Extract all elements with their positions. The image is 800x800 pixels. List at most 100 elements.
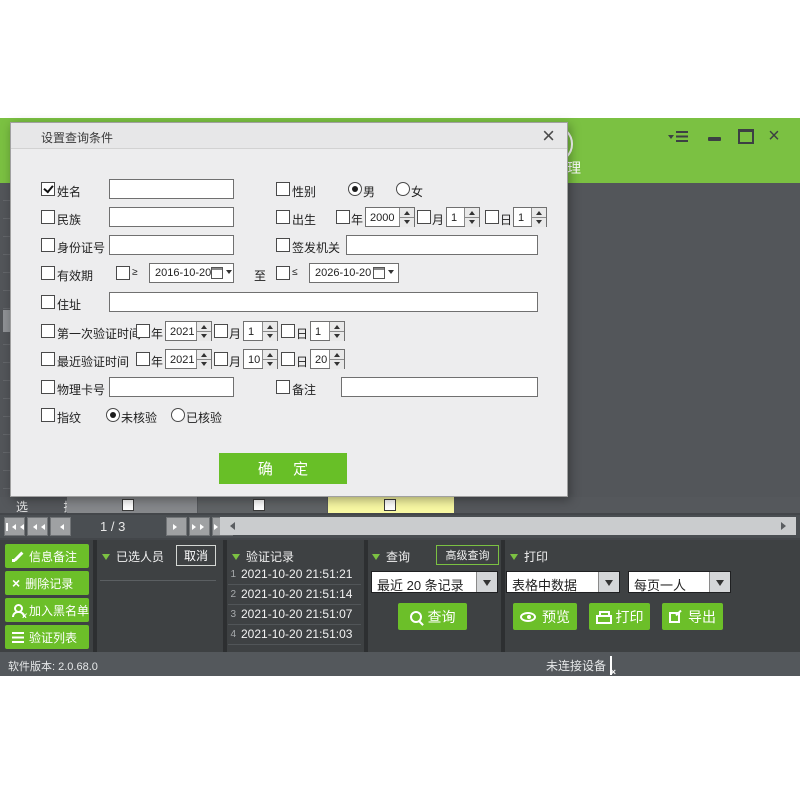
print-button[interactable]: 打印 xyxy=(589,603,650,630)
address-checkbox[interactable] xyxy=(41,295,55,309)
spin-down-icon[interactable] xyxy=(532,217,546,227)
last-verify-checkbox[interactable] xyxy=(41,352,55,366)
last-verify-month-checkbox[interactable] xyxy=(214,352,228,366)
gender-male-radio[interactable] xyxy=(348,182,362,196)
table-column-highlighted[interactable] xyxy=(328,497,454,513)
last-verify-month-spinner[interactable]: 10 xyxy=(243,349,278,369)
advanced-query-button[interactable]: 高级查询 xyxy=(436,545,499,565)
fingerprint-unverified-radio[interactable] xyxy=(106,408,120,422)
last-verify-year-checkbox[interactable] xyxy=(136,352,150,366)
column-select-checkbox[interactable] xyxy=(122,499,134,511)
last-verify-day-checkbox[interactable] xyxy=(281,352,295,366)
id-number-input[interactable] xyxy=(109,235,234,255)
column-select-checkbox[interactable] xyxy=(384,499,396,511)
first-page-button[interactable] xyxy=(4,517,25,536)
spin-up-icon[interactable] xyxy=(197,322,211,331)
cancel-selection-button[interactable]: 取消 xyxy=(176,545,216,566)
table-column[interactable] xyxy=(198,497,327,513)
card-no-checkbox[interactable] xyxy=(41,380,55,394)
column-select-checkbox[interactable] xyxy=(253,499,265,511)
issuer-input[interactable] xyxy=(346,235,538,255)
validity-ge-checkbox[interactable] xyxy=(116,266,130,280)
remark-input[interactable] xyxy=(341,377,538,397)
ethnicity-filter-checkbox[interactable] xyxy=(41,210,55,224)
table-column[interactable] xyxy=(67,497,197,513)
scroll-right-icon[interactable] xyxy=(781,522,790,530)
first-verify-year-spinner[interactable]: 2021 xyxy=(165,321,212,341)
info-remark-button[interactable]: 信息备注 xyxy=(5,544,89,568)
verify-record-item[interactable]: 2 2021-10-20 21:51:14 xyxy=(228,584,361,605)
verify-record-item[interactable]: 3 2021-10-20 21:51:07 xyxy=(228,604,361,625)
record-range-dropdown[interactable]: 最近 20 条记录 xyxy=(371,571,498,593)
spinner-buttons[interactable] xyxy=(531,208,546,226)
preview-button[interactable]: 预览 xyxy=(513,603,577,630)
spinner-buttons[interactable] xyxy=(262,350,277,368)
validity-le-checkbox[interactable] xyxy=(276,266,290,280)
spin-up-icon[interactable] xyxy=(532,208,546,217)
birth-filter-checkbox[interactable] xyxy=(276,210,290,224)
spinner-buttons[interactable] xyxy=(196,322,211,340)
spin-down-icon[interactable] xyxy=(400,217,414,227)
card-no-input[interactable] xyxy=(109,377,234,397)
address-input[interactable] xyxy=(109,292,538,312)
birth-year-spinner[interactable]: 2000 xyxy=(365,207,415,227)
first-verify-day-checkbox[interactable] xyxy=(281,324,295,338)
gender-female-radio[interactable] xyxy=(396,182,410,196)
confirm-button[interactable]: 确 定 xyxy=(219,453,347,484)
first-verify-day-spinner[interactable]: 1 xyxy=(310,321,345,341)
add-blacklist-button[interactable]: x 加入黑名单 xyxy=(5,598,89,622)
name-filter-checkbox[interactable] xyxy=(41,182,55,196)
close-window-button[interactable]: × xyxy=(764,128,784,144)
birth-day-spinner[interactable]: 1 xyxy=(513,207,547,227)
verify-list-button[interactable]: 验证列表 xyxy=(5,625,89,649)
horizontal-scrollbar[interactable] xyxy=(220,517,796,535)
verify-record-item[interactable]: 4 2021-10-20 21:51:03 xyxy=(228,624,361,645)
spin-down-icon[interactable] xyxy=(330,359,344,369)
delete-record-button[interactable]: × 删除记录 xyxy=(5,571,89,595)
first-verify-year-checkbox[interactable] xyxy=(136,324,150,338)
spin-down-icon[interactable] xyxy=(330,331,344,341)
maximize-button[interactable] xyxy=(736,128,756,144)
validity-from-datepicker[interactable]: 2016-10-20 xyxy=(149,263,234,283)
dialog-titlebar[interactable]: 设置查询条件 × xyxy=(11,123,567,149)
last-verify-day-spinner[interactable]: 20 xyxy=(310,349,345,369)
birth-year-checkbox[interactable] xyxy=(336,210,350,224)
minimize-button[interactable] xyxy=(704,128,724,144)
dropdown-button[interactable] xyxy=(476,572,497,592)
first-verify-month-checkbox[interactable] xyxy=(214,324,228,338)
first-verify-month-spinner[interactable]: 1 xyxy=(243,321,278,341)
spin-up-icon[interactable] xyxy=(330,322,344,331)
spinner-buttons[interactable] xyxy=(196,350,211,368)
birth-month-checkbox[interactable] xyxy=(417,210,431,224)
birth-month-spinner[interactable]: 1 xyxy=(446,207,480,227)
spin-up-icon[interactable] xyxy=(400,208,414,217)
spin-down-icon[interactable] xyxy=(197,359,211,369)
remark-checkbox[interactable] xyxy=(276,380,290,394)
validity-to-datepicker[interactable]: 2026-10-20 xyxy=(309,263,399,283)
gender-filter-checkbox[interactable] xyxy=(276,182,290,196)
spinner-buttons[interactable] xyxy=(399,208,414,226)
id-number-checkbox[interactable] xyxy=(41,238,55,252)
spin-down-icon[interactable] xyxy=(263,359,277,369)
spinner-buttons[interactable] xyxy=(329,322,344,340)
name-input[interactable] xyxy=(109,179,234,199)
spin-down-icon[interactable] xyxy=(197,331,211,341)
per-page-dropdown[interactable]: 每页一人 xyxy=(628,571,731,593)
window-menu-button[interactable] xyxy=(668,128,688,144)
export-button[interactable]: 导出 xyxy=(662,603,723,630)
print-source-dropdown[interactable]: 表格中数据 xyxy=(506,571,620,593)
last-verify-year-spinner[interactable]: 2021 xyxy=(165,349,212,369)
ethnicity-input[interactable] xyxy=(109,207,234,227)
spinner-buttons[interactable] xyxy=(262,322,277,340)
spinner-buttons[interactable] xyxy=(464,208,479,226)
spin-up-icon[interactable] xyxy=(263,322,277,331)
issuer-checkbox[interactable] xyxy=(276,238,290,252)
query-button[interactable]: 查询 xyxy=(398,603,467,630)
next-fast-button[interactable] xyxy=(189,517,210,536)
first-verify-checkbox[interactable] xyxy=(41,324,55,338)
prev-fast-button[interactable] xyxy=(27,517,48,536)
dropdown-button[interactable] xyxy=(709,572,730,592)
birth-day-checkbox[interactable] xyxy=(485,210,499,224)
dialog-close-icon[interactable]: × xyxy=(542,123,555,149)
spin-up-icon[interactable] xyxy=(465,208,479,217)
